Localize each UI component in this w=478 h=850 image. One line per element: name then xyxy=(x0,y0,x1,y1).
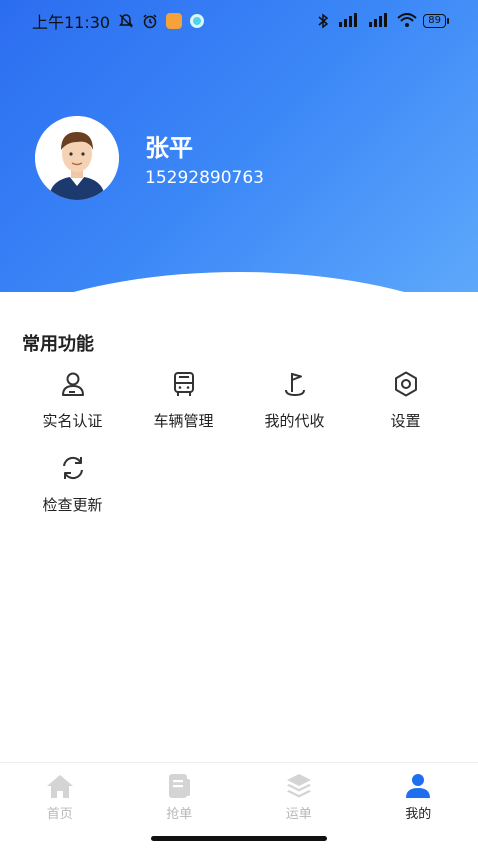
signal-icon-2 xyxy=(367,12,391,30)
nav-grab-order[interactable]: 抢单 xyxy=(120,763,240,824)
avatar[interactable] xyxy=(35,116,119,200)
home-indicator[interactable] xyxy=(151,836,327,841)
wifi-icon xyxy=(397,12,417,30)
person-icon xyxy=(406,774,431,798)
function-item-update[interactable]: 检查更新 xyxy=(17,454,128,516)
section-title: 常用功能 xyxy=(22,334,94,355)
status-bar: 上午11:30 89 xyxy=(0,0,478,42)
nav-label: 运单 xyxy=(285,807,312,822)
mute-bell-icon xyxy=(118,13,134,29)
document-icon xyxy=(169,774,191,798)
user-verify-icon xyxy=(61,372,84,396)
nav-waybill[interactable]: 运单 xyxy=(239,763,359,824)
alarm-icon xyxy=(142,13,158,29)
gear-icon xyxy=(394,371,417,397)
function-label: 实名认证 xyxy=(42,412,103,430)
refresh-icon xyxy=(62,456,83,480)
home-icon xyxy=(46,775,73,798)
layers-icon xyxy=(286,774,311,798)
bluetooth-icon xyxy=(315,13,331,29)
nav-label: 我的 xyxy=(405,807,432,822)
bottom-nav: 首页 抢单 运单 我的 xyxy=(0,762,478,824)
battery-indicator: 89 xyxy=(423,14,449,28)
user-name: 张平 xyxy=(145,134,193,162)
function-item-settings[interactable]: 设置 xyxy=(350,370,461,432)
user-phone: 15292890763 xyxy=(145,168,264,188)
app-dot-icon xyxy=(190,14,205,28)
nav-home[interactable]: 首页 xyxy=(0,763,120,824)
signal-icon xyxy=(337,12,361,30)
flag-icon xyxy=(284,373,305,397)
function-label: 我的代收 xyxy=(264,412,325,430)
function-label: 车辆管理 xyxy=(153,412,214,430)
function-item-vehicle[interactable]: 车辆管理 xyxy=(128,370,239,432)
function-label: 设置 xyxy=(390,412,421,430)
function-item-collection[interactable]: 我的代收 xyxy=(239,370,350,432)
function-grid: 实名认证 车辆管理 我的代收 设置 检查更新 xyxy=(17,370,461,516)
header-curve xyxy=(0,272,478,292)
function-item-verify[interactable]: 实名认证 xyxy=(17,370,128,432)
nav-label: 首页 xyxy=(46,807,73,822)
app-notification-icon xyxy=(166,13,183,29)
nav-label: 抢单 xyxy=(166,807,193,822)
status-time: 上午11:30 xyxy=(32,13,111,32)
bus-icon xyxy=(173,372,194,396)
function-label: 检查更新 xyxy=(42,496,103,514)
nav-mine[interactable]: 我的 xyxy=(359,763,478,824)
